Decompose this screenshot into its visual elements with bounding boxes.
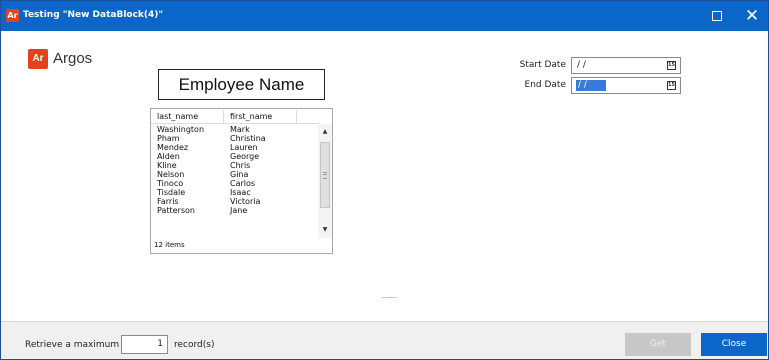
end-date-value: / / [576, 80, 606, 91]
first-name-cell: Carlos [230, 179, 256, 188]
end-date-label: End Date [524, 80, 566, 90]
title-bar[interactable]: Ar Testing "New DataBlock(4)" ✕ [1, 1, 768, 31]
footer-divider [1, 321, 768, 322]
first-name-cell: Isaac [230, 188, 251, 197]
last-name-cell: Washington [157, 125, 205, 134]
last-name-cell: Mendez [157, 143, 189, 152]
employee-name-heading: Employee Name [158, 69, 325, 100]
list-item[interactable]: Nelson Gina [151, 170, 318, 179]
first-name-cell: Jane [230, 206, 248, 215]
list-item[interactable]: Kline Chris [151, 161, 318, 170]
last-name-cell: Pham [157, 134, 180, 143]
column-header-first-name[interactable]: first_name [230, 109, 272, 124]
scroll-thumb[interactable] [320, 142, 330, 208]
first-name-cell: Mark [230, 125, 250, 134]
first-name-cell: Victoria [230, 197, 261, 206]
list-item[interactable]: Washington Mark [151, 125, 318, 134]
close-icon: ✕ [744, 5, 760, 26]
calendar-icon[interactable]: 15 [667, 61, 676, 70]
last-name-cell: Nelson [157, 170, 185, 179]
end-date-field[interactable]: / / 15 [571, 77, 681, 94]
close-button[interactable]: Close [701, 333, 767, 356]
last-name-cell: Farris [157, 197, 179, 206]
first-name-cell: Chris [230, 161, 251, 170]
list-item[interactable]: Alden George [151, 152, 318, 161]
first-name-cell: Christina [230, 134, 266, 143]
scroll-down-arrow-icon[interactable]: ▼ [318, 224, 332, 236]
form-area: Ar Argos Employee Name last_name first_n… [1, 31, 768, 321]
last-name-cell: Tinoco [157, 179, 184, 188]
list-item[interactable]: Farris Victoria [151, 197, 318, 206]
item-count: 12 items [154, 241, 185, 249]
scroll-up-arrow-icon[interactable]: ▲ [318, 126, 332, 138]
logo-wordmark: Argos [53, 50, 93, 67]
column-separator[interactable] [296, 110, 297, 123]
employee-list[interactable]: last_name first_name Washington Mark Pham… [150, 108, 333, 254]
argos-logo: Ar Argos [24, 45, 93, 73]
maximize-button[interactable] [701, 1, 733, 31]
header-divider [151, 123, 319, 124]
list-item[interactable]: Mendez Lauren [151, 143, 318, 152]
column-separator[interactable] [223, 110, 224, 123]
splitter-handle[interactable]: .......... [381, 292, 397, 300]
list-scrollbar[interactable]: ▲ ▼ [318, 124, 332, 238]
column-header-last-name[interactable]: last_name [157, 109, 198, 124]
get-button[interactable]: Get [625, 333, 691, 356]
maximize-icon [712, 11, 722, 21]
first-name-cell: George [230, 152, 260, 161]
list-rows: Washington Mark Pham Christina Mendez Laure… [151, 125, 318, 237]
list-item[interactable]: Tinoco Carlos [151, 179, 318, 188]
first-name-cell: Lauren [230, 143, 258, 152]
last-name-cell: Alden [157, 152, 180, 161]
last-name-cell: Kline [157, 161, 177, 170]
window-title: Testing "New DataBlock(4)" [23, 10, 164, 20]
retrieve-max-label: Retrieve a maximum [25, 340, 120, 350]
grip-icon [323, 172, 327, 179]
first-name-cell: Gina [230, 170, 249, 179]
last-name-cell: Tisdale [157, 188, 186, 197]
logo-mark: Ar [28, 49, 48, 69]
window-close-button[interactable]: ✕ [736, 1, 768, 31]
start-date-label: Start Date [519, 60, 566, 70]
start-date-field[interactable]: / / 15 [571, 57, 681, 74]
records-suffix-label: record(s) [174, 340, 215, 350]
argos-app-icon: Ar [6, 9, 19, 22]
start-date-value: / / [577, 60, 586, 70]
max-records-input[interactable]: 1 [121, 335, 168, 354]
calendar-icon[interactable]: 15 [667, 81, 676, 90]
dialog-window: Ar Testing "New DataBlock(4)" ✕ Ar Argos… [0, 0, 769, 360]
last-name-cell: Patterson [157, 206, 195, 215]
list-item[interactable]: Tisdale Isaac [151, 188, 318, 197]
list-item[interactable]: Pham Christina [151, 134, 318, 143]
list-item[interactable]: Patterson Jane [151, 206, 318, 215]
